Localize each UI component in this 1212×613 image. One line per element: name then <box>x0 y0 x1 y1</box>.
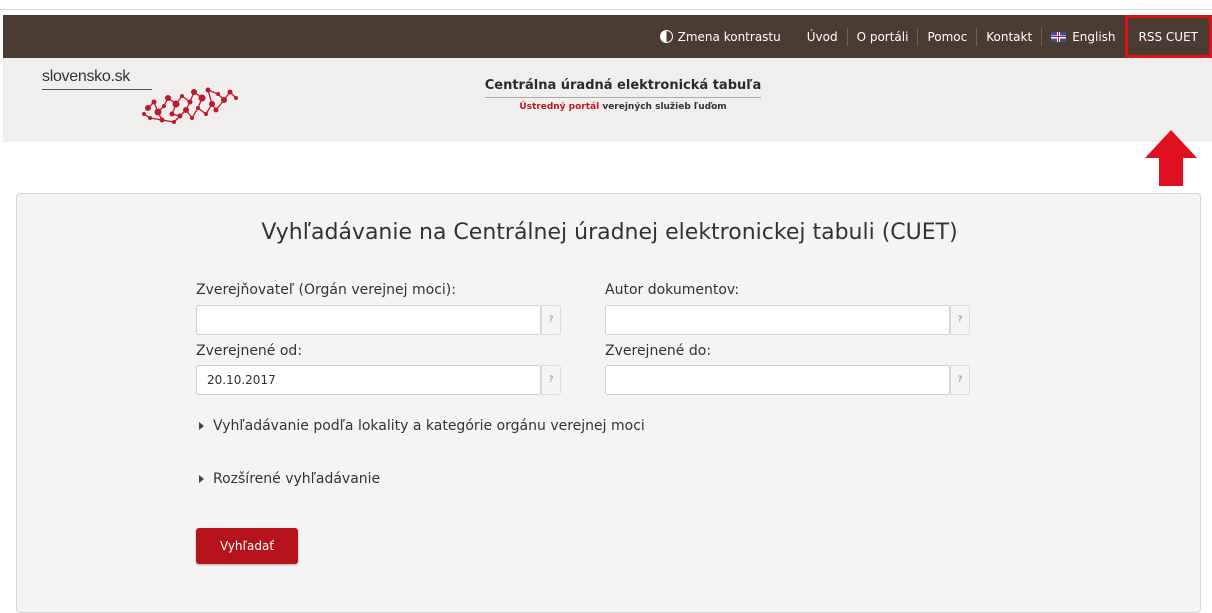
nav-separator <box>790 28 798 46</box>
contrast-icon <box>659 30 673 43</box>
location-search-label: Vyhľadávanie podľa lokality a kategórie … <box>213 418 645 434</box>
publisher-label: Zverejňovateľ (Orgán verejnej moci): <box>196 282 456 298</box>
brand-title: Centrálna úradná elektronická tabuľa <box>484 78 762 98</box>
nav-link-o-portali[interactable]: O portáli <box>848 15 918 58</box>
published-from-label: Zverejnené od: <box>196 343 303 359</box>
brand-header: slovensko.sk Centrálna úradná elektronic… <box>3 58 1212 186</box>
nav-link-kontakt[interactable]: Kontakt <box>977 15 1041 58</box>
brand-subtitle: Ústredný portál verejných služieb ľuďom <box>473 102 773 112</box>
slovakia-map-logo-icon <box>142 87 238 124</box>
author-help-button[interactable]: ? <box>950 305 970 335</box>
contrast-label: Zmena kontrastu <box>677 29 781 44</box>
nav-link-english[interactable]: English <box>1042 15 1124 58</box>
brand-subtitle-rest: verejných služieb ľuďom <box>599 102 727 112</box>
published-to-label: Zverejnené do: <box>605 343 712 359</box>
nav-link-uvod[interactable]: Úvod <box>798 15 847 58</box>
nav-link-pomoc[interactable]: Pomoc <box>918 15 976 58</box>
author-input[interactable] <box>605 305 950 335</box>
location-search-toggle[interactable]: Vyhľadávanie podľa lokality a kategórie … <box>199 418 645 434</box>
search-submit-button[interactable]: Vyhľadať <box>196 528 298 564</box>
published-to-input[interactable] <box>605 365 950 395</box>
publisher-input[interactable] <box>196 305 541 335</box>
published-from-help-button[interactable]: ? <box>541 365 561 395</box>
brand-title-block: Centrálna úradná elektronická tabuľa Úst… <box>473 74 773 112</box>
site-logo-text: slovensko.sk <box>42 68 130 85</box>
advanced-search-toggle[interactable]: Rozšírené vyhľadávanie <box>199 471 380 487</box>
publisher-help-button[interactable]: ? <box>541 305 561 335</box>
triangle-right-icon <box>199 422 204 430</box>
brand-subtitle-accent: Ústredný portál <box>519 102 600 112</box>
english-label: English <box>1072 29 1116 44</box>
search-panel: Vyhľadávanie na Centrálnej úradnej elekt… <box>16 193 1201 613</box>
arrow-up-icon <box>1145 130 1197 186</box>
top-navigation-bar: Zmena kontrastu Úvod O portáli Pomoc Kon… <box>3 15 1212 58</box>
advanced-search-label: Rozšírené vyhľadávanie <box>213 471 381 487</box>
published-to-help-button[interactable]: ? <box>950 365 970 395</box>
top-nav-links: Zmena kontrastu Úvod O portáli Pomoc Kon… <box>651 15 1212 58</box>
triangle-right-icon <box>199 475 204 483</box>
author-label: Autor dokumentov: <box>605 282 740 298</box>
published-from-input[interactable] <box>196 365 541 395</box>
nav-link-rss-cuet[interactable]: RSS CUET <box>1124 15 1212 58</box>
search-heading: Vyhľadávanie na Centrálnej úradnej elekt… <box>261 220 958 245</box>
contrast-toggle-link[interactable]: Zmena kontrastu <box>651 15 790 58</box>
uk-flag-icon <box>1051 31 1067 42</box>
browser-top-gap <box>0 0 1212 10</box>
